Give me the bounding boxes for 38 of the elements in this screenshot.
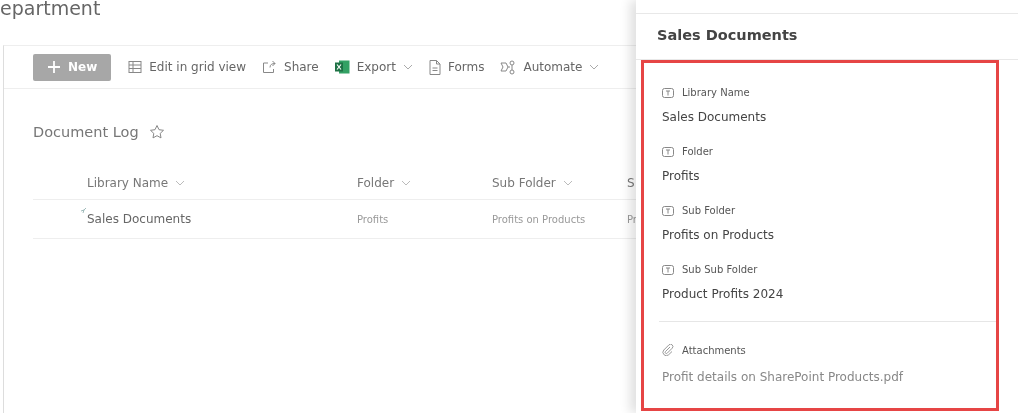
field-label: Sub Sub Folder	[682, 264, 758, 275]
share-icon	[262, 60, 278, 74]
toolbar-button[interactable]: Forms	[423, 52, 490, 82]
column-header[interactable]: Library Name	[87, 175, 169, 190]
document-icon	[428, 59, 441, 75]
table-cell: Profits	[357, 213, 389, 225]
list-title: Document Log	[33, 124, 139, 140]
text-field-icon	[662, 205, 674, 216]
column-header[interactable]: Sub Folder	[492, 175, 556, 190]
paperclip-icon	[662, 344, 674, 356]
flow-icon	[500, 59, 517, 75]
toolbar-button[interactable]: Edit in grid view	[123, 52, 252, 82]
field-value: Product Profits 2024	[662, 287, 785, 301]
field-label: Attachments	[682, 344, 746, 356]
toolbar-button[interactable]: Share	[257, 52, 324, 82]
spreadsheet-icon	[334, 60, 350, 74]
field-label: Sub Folder	[682, 205, 736, 216]
field-value: Profits on Products	[662, 228, 775, 242]
table-cell: Profits on Products	[492, 213, 586, 225]
column-header[interactable]: S	[627, 175, 635, 190]
toolbar-button[interactable]: Export	[329, 52, 418, 82]
text-field-icon	[662, 87, 674, 98]
field-value: Profits	[662, 169, 701, 183]
text-field-icon	[662, 264, 674, 275]
field-label: Library Name	[682, 87, 750, 98]
star-icon[interactable]	[148, 124, 165, 140]
column-header[interactable]: Folder	[357, 175, 395, 190]
field-label: Folder	[682, 146, 713, 157]
toolbar-button[interactable]: Automate	[495, 52, 605, 82]
table-cell[interactable]: Sales Documents	[87, 212, 192, 226]
text-field-icon	[662, 146, 674, 157]
field-value: Sales Documents	[662, 110, 768, 124]
page-title: epartment	[0, 0, 101, 19]
attachment-link[interactable]: Profit details on SharePoint Products.pdf	[662, 370, 996, 384]
grid-icon	[128, 60, 143, 74]
table-cell: Pr	[627, 213, 637, 225]
plus-icon	[47, 60, 61, 74]
panel-title: Sales Documents	[636, 14, 1018, 60]
